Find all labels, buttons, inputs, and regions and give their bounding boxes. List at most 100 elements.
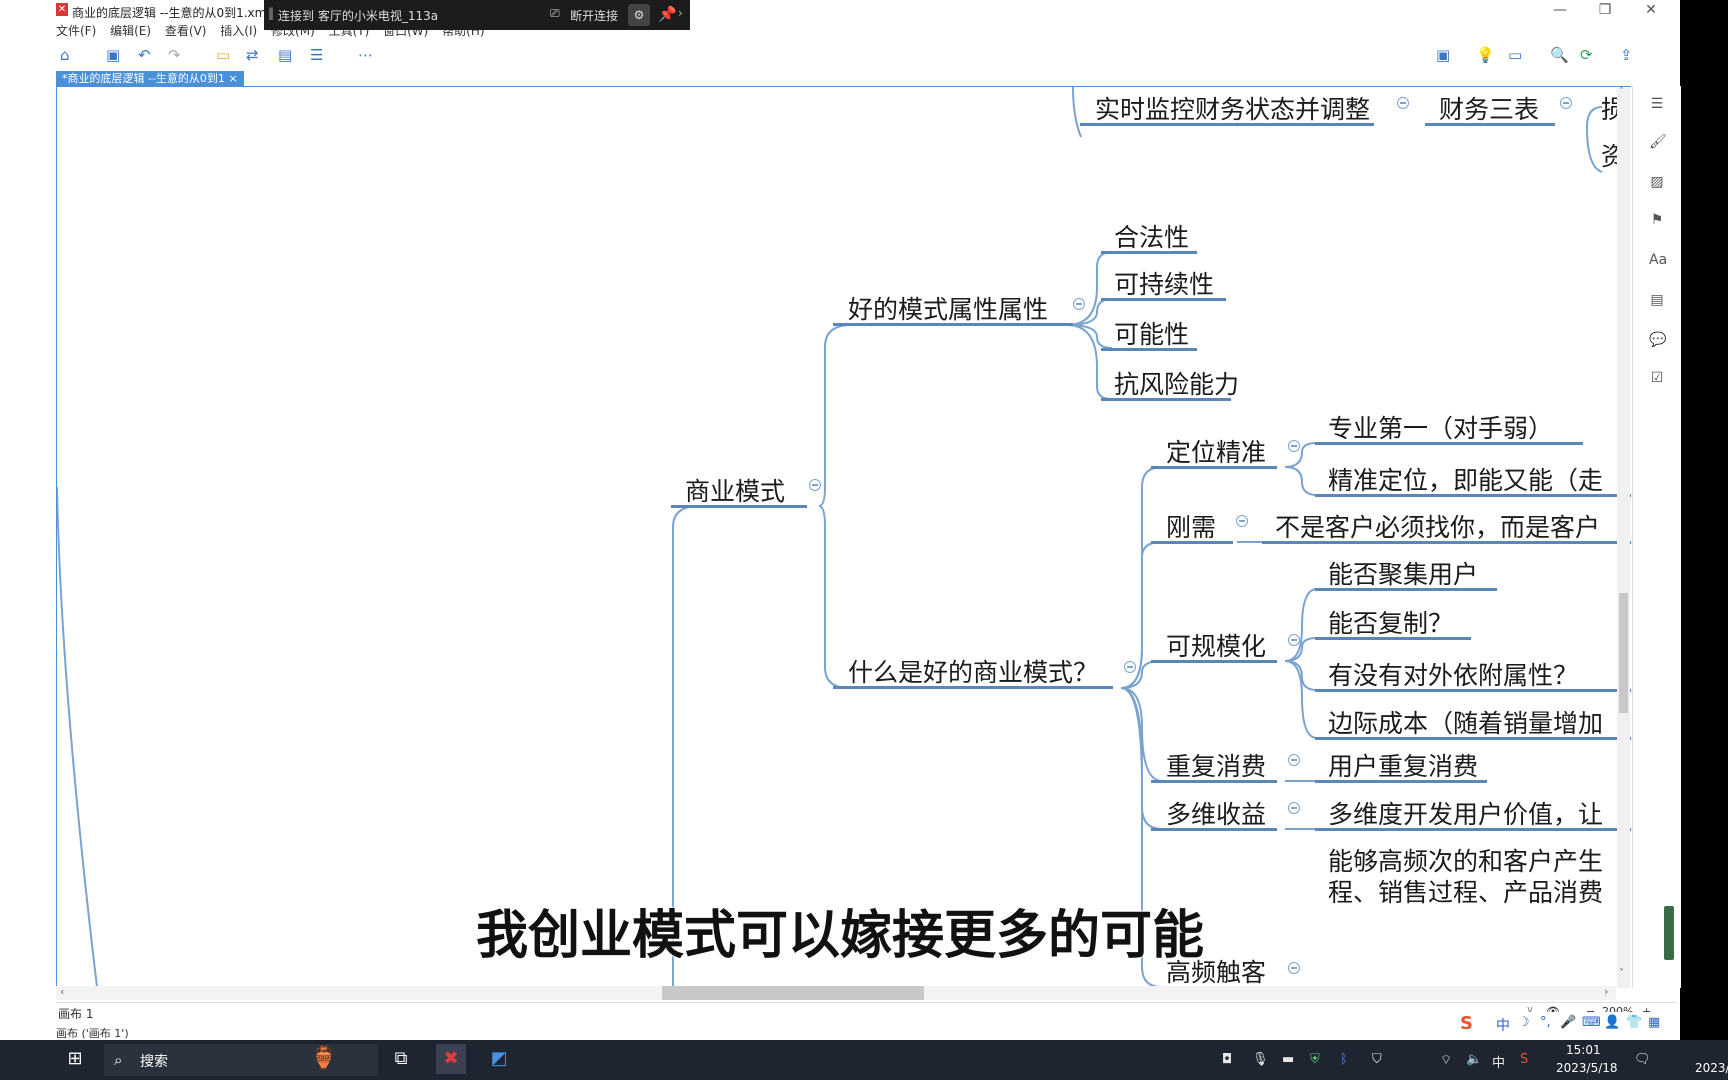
lightbulb-icon[interactable]: 💡 <box>1476 46 1495 64</box>
summary-icon[interactable]: ☰ <box>310 46 323 64</box>
windows-start-icon[interactable]: ⊞ <box>60 1048 90 1069</box>
node-scalable[interactable]: 可规模化 <box>1166 627 1266 663</box>
minimize-button[interactable]: — <box>1545 2 1575 20</box>
node-attr-risk[interactable]: 抗风险能力 <box>1114 365 1239 401</box>
disconnect-button[interactable]: 断开连接 <box>570 7 618 24</box>
horizontal-scrollbar[interactable]: ‹ › <box>56 985 1616 1000</box>
notes-icon[interactable]: ▤ <box>1649 292 1665 308</box>
document-tab[interactable]: *商业的底层逻辑 --生意的从0到1 × <box>56 71 244 86</box>
maximize-button[interactable]: ❐ <box>1590 2 1620 20</box>
pin-icon[interactable]: 📌 <box>658 5 677 23</box>
node-what-is-good-model[interactable]: 什么是好的商业模式？ <box>848 653 1098 689</box>
node-pos-item-1[interactable]: 专业第一（对手弱） <box>1328 409 1553 445</box>
more-icon[interactable]: ⋯ <box>358 46 373 64</box>
clock-time[interactable]: 15:01 <box>1566 1043 1601 1057</box>
moon-icon[interactable]: ☽ <box>1518 1015 1530 1030</box>
node-scale-item-4[interactable]: 边际成本（随着销量增加 <box>1328 704 1603 740</box>
xmind-taskbar-icon[interactable]: ✖ <box>436 1044 466 1074</box>
collapse-toggle-icon[interactable] <box>1560 97 1572 109</box>
remote-app-taskbar-icon[interactable]: ◩ <box>484 1048 514 1069</box>
topic-icon[interactable]: ▭ <box>216 46 230 64</box>
menu-view[interactable]: 查看(V) <box>165 24 207 38</box>
share-icon[interactable]: ⟳ <box>1580 46 1593 64</box>
node-rigid-demand[interactable]: 刚需 <box>1166 508 1216 544</box>
chevron-right-icon[interactable]: › <box>678 6 683 20</box>
node-pos-item-2[interactable]: 精准定位，即能又能（走 <box>1328 461 1603 497</box>
search-icon[interactable]: 🔍 <box>1550 46 1569 64</box>
scroll-down-icon[interactable]: ˅ <box>1619 968 1624 979</box>
sogou-logo-icon[interactable]: S <box>1460 1013 1473 1034</box>
collapse-toggle-icon[interactable] <box>1288 802 1300 814</box>
marker-flag-icon[interactable]: ⚑ <box>1649 212 1665 228</box>
node-attr-sustainability[interactable]: 可持续性 <box>1114 265 1214 301</box>
tray-mic-icon[interactable]: 🎙 <box>1252 1052 1269 1067</box>
node-business-model[interactable]: 商业模式 <box>685 472 785 508</box>
skin-icon[interactable]: 👕 <box>1626 1015 1642 1030</box>
node-rigid-detail[interactable]: 不是客户必须找你，而是客户 <box>1275 508 1600 544</box>
bluetooth-icon[interactable]: ᛒ <box>1340 1052 1348 1067</box>
tray-device-icon[interactable]: ▬ <box>1282 1052 1294 1067</box>
node-scale-item-3[interactable]: 有没有对外依附属性？ <box>1328 656 1578 692</box>
home-icon[interactable]: ⌂ <box>60 46 70 64</box>
tray-app-icon[interactable]: ◘ <box>1222 1052 1232 1067</box>
vertical-scrollbar[interactable]: ˄ ˅ <box>1617 86 1630 988</box>
collapse-toggle-icon[interactable] <box>1288 634 1300 646</box>
notification-icon[interactable]: 🗨 <box>1634 1052 1651 1067</box>
collapse-toggle-icon[interactable] <box>1124 661 1136 673</box>
layout-icon[interactable]: ▭ <box>1508 46 1522 64</box>
node-finance-statements[interactable]: 财务三表 <box>1439 90 1539 126</box>
taskbar-search-box[interactable]: ⌕ 搜索 🏺 <box>104 1044 378 1076</box>
image-icon[interactable]: ▨ <box>1649 174 1665 190</box>
node-multi-detail[interactable]: 多维度开发用户价值，让 <box>1328 795 1603 831</box>
clock-date[interactable]: 2023/5/18 <box>1556 1061 1618 1075</box>
collapse-toggle-icon[interactable] <box>1288 962 1300 974</box>
task-icon[interactable]: ☑ <box>1649 370 1665 386</box>
scroll-up-icon[interactable]: ˄ <box>1619 86 1624 97</box>
sheet-tab[interactable]: 画布 1 <box>58 1005 93 1022</box>
menu-insert[interactable]: 插入(I) <box>220 24 257 38</box>
export-icon[interactable]: ⇪ <box>1620 46 1633 64</box>
user-icon[interactable]: 👤 <box>1604 1015 1620 1030</box>
redo-icon[interactable]: ↷ <box>168 46 181 64</box>
sogou-tray-icon[interactable]: S <box>1520 1052 1528 1067</box>
outline-icon[interactable]: ☰ <box>1649 96 1665 112</box>
relationship-icon[interactable]: ⇄ <box>246 46 259 64</box>
close-button[interactable]: ✕ <box>1636 2 1666 20</box>
collapse-toggle-icon[interactable] <box>1288 754 1300 766</box>
undo-icon[interactable]: ↶ <box>138 46 151 64</box>
tray-security-icon[interactable]: ⛉ <box>1372 1052 1382 1067</box>
tab-close-icon[interactable]: × <box>228 72 237 85</box>
mic-icon[interactable]: 🎤 <box>1560 1015 1576 1030</box>
punctuation-icon[interactable]: °, <box>1540 1015 1551 1030</box>
node-repeat-consumption[interactable]: 重复消费 <box>1166 747 1266 783</box>
vertical-scroll-thumb[interactable] <box>1619 593 1628 713</box>
node-freq-detail-2[interactable]: 程、销售过程、产品消费 <box>1328 873 1603 909</box>
menu-file[interactable]: 文件(F) <box>56 24 96 38</box>
node-finance-monitor[interactable]: 实时监控财务状态并调整 <box>1095 90 1370 126</box>
task-view-icon[interactable]: ⧉ <box>386 1048 416 1069</box>
format-brush-icon[interactable]: 🖌 <box>1649 134 1667 150</box>
collapse-toggle-icon[interactable] <box>809 479 821 491</box>
ime-tray-icon[interactable]: 中 <box>1492 1052 1505 1071</box>
node-good-attributes[interactable]: 好的模式属性属性 <box>848 290 1048 326</box>
collapse-toggle-icon[interactable] <box>1073 298 1085 310</box>
tray-shield-icon[interactable]: ⛨ <box>1310 1052 1320 1067</box>
node-repeat-detail[interactable]: 用户重复消费 <box>1328 747 1478 783</box>
collapse-toggle-icon[interactable] <box>1236 515 1248 527</box>
node-multi-revenue[interactable]: 多维收益 <box>1166 795 1266 831</box>
node-scale-item-1[interactable]: 能否聚集用户 <box>1328 555 1478 591</box>
font-icon[interactable]: Aa <box>1649 252 1667 268</box>
drag-handle-icon[interactable]: ‖ <box>268 6 274 20</box>
wifi-icon[interactable]: ⌔ <box>1440 1052 1452 1068</box>
grid-icon[interactable]: ▦ <box>1648 1015 1660 1030</box>
node-positioning[interactable]: 定位精准 <box>1166 433 1266 469</box>
volume-icon[interactable]: 🔈 <box>1466 1052 1482 1067</box>
collapse-toggle-icon[interactable] <box>1288 440 1300 452</box>
node-scale-item-2[interactable]: 能否复制？ <box>1328 604 1453 640</box>
node-attr-possibility[interactable]: 可能性 <box>1114 315 1189 351</box>
boundary-icon[interactable]: ▤ <box>278 46 292 64</box>
presentation-icon[interactable]: ▣ <box>1436 46 1450 64</box>
node-attr-legality[interactable]: 合法性 <box>1114 218 1189 254</box>
mindmap-canvas[interactable]: 实时监控财务状态并调整 财务三表 损 资 好的模式属性属性 合法性 可持续性 可… <box>56 86 1631 989</box>
keyboard-icon[interactable]: ⌨ <box>1582 1015 1601 1030</box>
